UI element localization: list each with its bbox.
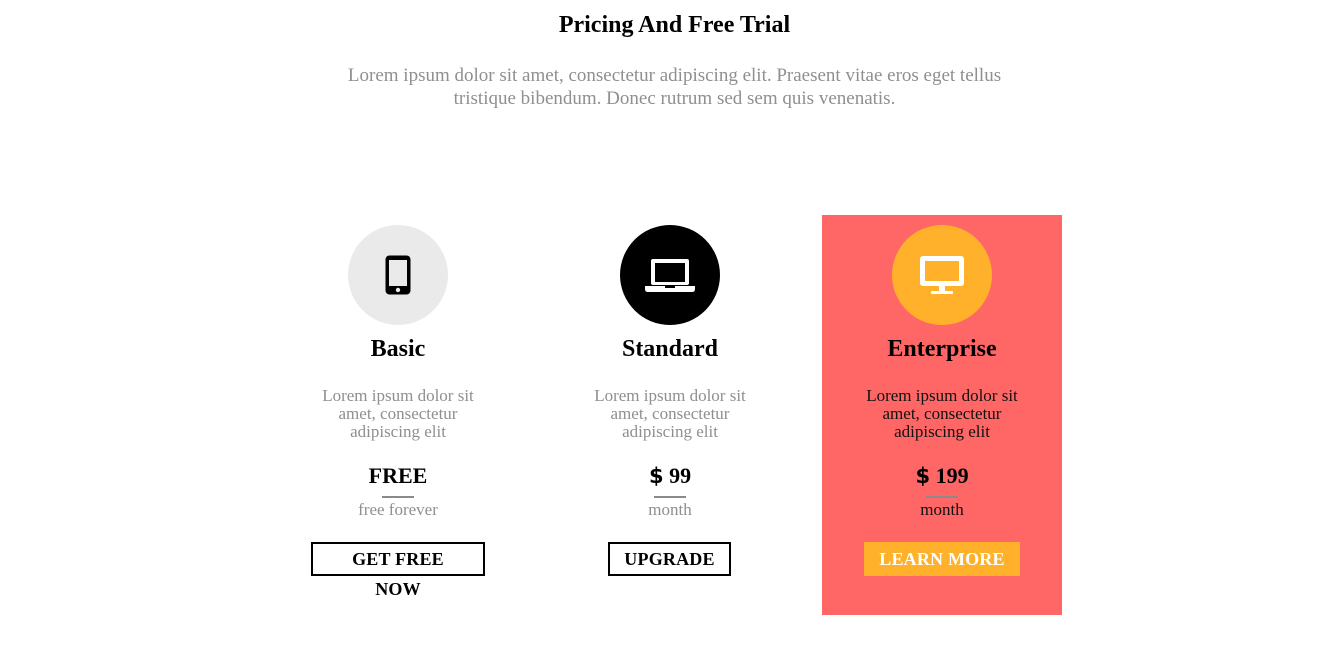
pricing-card-basic: Basic Lorem ipsum dolor sit amet, consec… (278, 215, 518, 615)
currency-symbol: $ (648, 464, 664, 488)
plan-description: Lorem ipsum dolor sit amet, consectetur … (594, 386, 746, 441)
price-value: 99 (669, 463, 692, 488)
plan-period: free forever (358, 500, 438, 519)
page-title: Pricing And Free Trial (558, 12, 791, 38)
plan-description: Lorem ipsum dolor sit amet, consectetur … (322, 386, 474, 441)
desktop-monitor-icon (918, 254, 966, 296)
price-value: 199 (935, 463, 969, 488)
standard-icon-circle (620, 225, 720, 325)
price-divider (654, 496, 686, 498)
plan-name: Standard (621, 336, 719, 362)
pricing-card-standard: Standard Lorem ipsum dolor sit amet, con… (550, 215, 790, 615)
price-divider (926, 496, 958, 498)
plan-name: Enterprise (887, 336, 997, 362)
plan-name: Basic (370, 336, 426, 362)
enterprise-icon-circle (892, 225, 992, 325)
upgrade-button[interactable]: UPGRADE (608, 542, 731, 576)
currency-symbol: $ (915, 464, 931, 488)
plan-period: month (920, 500, 964, 519)
laptop-icon (644, 255, 696, 295)
plan-price: $ 99 (550, 461, 790, 491)
price-value: FREE (368, 463, 428, 488)
get-free-now-button[interactable]: GET FREE NOW (311, 542, 485, 599)
mobile-phone-icon (384, 254, 412, 296)
plan-description: Lorem ipsum dolor sit amet, consectetur … (866, 386, 1018, 441)
plan-period: month (648, 500, 692, 519)
plan-price: $ 199 (822, 461, 1062, 491)
page-description: Lorem ipsum dolor sit amet, consectetur … (347, 65, 1002, 109)
pricing-card-enterprise: Enterprise Lorem ipsum dolor sit amet, c… (822, 215, 1062, 615)
plan-price: FREE (278, 461, 518, 491)
price-divider (382, 496, 414, 498)
learn-more-button[interactable]: LEARN MORE (864, 542, 1020, 576)
basic-icon-circle (348, 225, 448, 325)
